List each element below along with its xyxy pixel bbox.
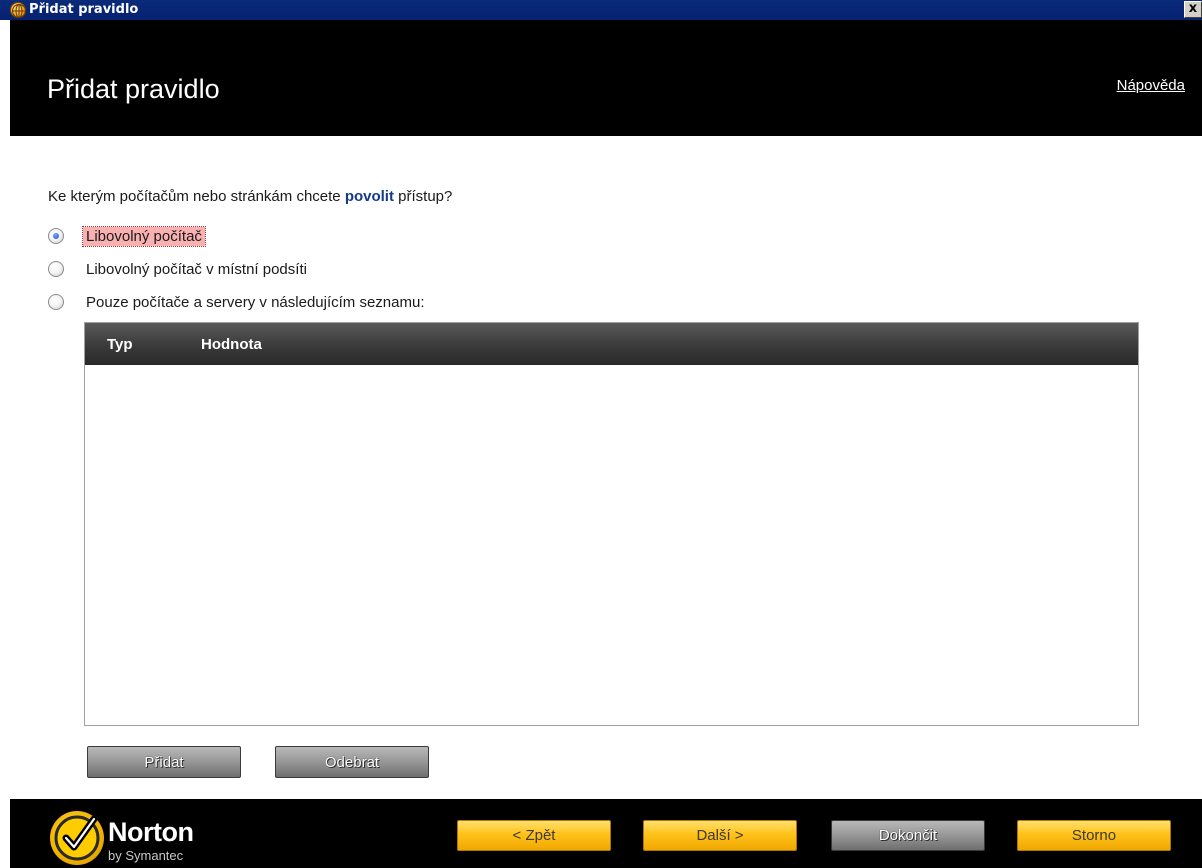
next-button[interactable]: Další > <box>643 820 797 851</box>
globe-icon <box>10 2 26 18</box>
radio-option-local-subnet[interactable]: Libovolný počítač v místní podsíti <box>48 258 310 280</box>
radio-button[interactable] <box>48 261 64 277</box>
page-title: Přidat pravidlo <box>47 74 220 104</box>
finish-button[interactable]: Dokončit <box>831 820 985 851</box>
help-link[interactable]: Nápověda <box>1117 77 1185 94</box>
radio-button[interactable] <box>48 228 64 244</box>
radio-option-list-only[interactable]: Pouze počítače a servery v následujícím … <box>48 291 428 313</box>
next-button-label: Další > <box>696 827 744 844</box>
norton-logo: Norton by Symantec <box>50 811 230 867</box>
cancel-button-label: Storno <box>1071 827 1117 844</box>
radio-label[interactable]: Libovolný počítač <box>82 225 206 247</box>
window-titlebar: Přidat pravidlo x <box>0 0 1202 20</box>
back-button-label: < Zpět <box>512 827 556 844</box>
dialog-left-border <box>0 20 10 800</box>
norton-wordmark: Norton <box>108 817 194 847</box>
norton-checkmark-icon <box>50 811 104 865</box>
question-highlight: povolit <box>344 188 394 205</box>
column-header-type[interactable]: Typ <box>107 336 169 353</box>
question-before: Ke kterým počítačům nebo stránkám chcete <box>48 188 345 205</box>
finish-button-label: Dokončit <box>878 827 938 844</box>
cancel-button[interactable]: Storno <box>1017 820 1171 851</box>
remove-button[interactable]: Odebrat <box>275 746 429 778</box>
column-header-value[interactable]: Hodnota <box>201 336 262 353</box>
radio-label[interactable]: Libovolný počítač v místní podsíti <box>83 260 310 279</box>
close-button[interactable]: x <box>1184 1 1202 18</box>
page-header: Přidat pravidlo Nápověda <box>10 20 1202 136</box>
radio-label[interactable]: Pouze počítače a servery v následujícím … <box>83 293 428 312</box>
computers-list[interactable]: Typ Hodnota <box>84 322 1139 726</box>
radio-option-any-computer[interactable]: Libovolný počítač <box>48 225 206 247</box>
list-header: Typ Hodnota <box>85 323 1138 365</box>
question-after: přístup? <box>393 188 453 205</box>
radio-button[interactable] <box>48 294 64 310</box>
question-text: Ke kterým počítačům nebo stránkám chcete… <box>48 188 452 205</box>
add-button[interactable]: Přidat <box>87 746 241 778</box>
back-button[interactable]: < Zpět <box>457 820 611 851</box>
norton-subtitle: by Symantec <box>108 848 184 863</box>
window-title: Přidat pravidlo <box>29 2 139 17</box>
